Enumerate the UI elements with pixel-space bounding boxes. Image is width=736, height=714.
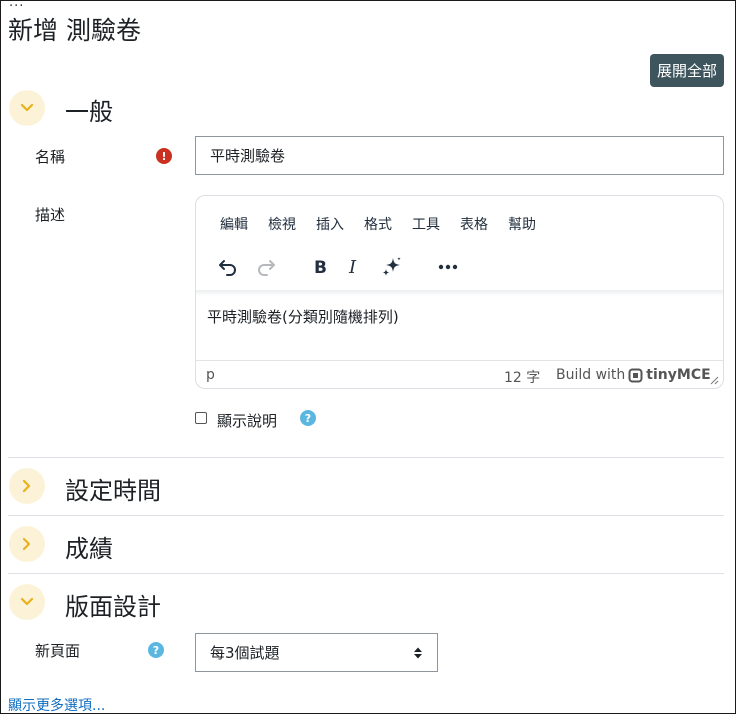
description-editor: 編輯 檢視 插入 格式 工具 表格 幫助 B I 平時測驗卷(分類別隨機排列) …	[195, 195, 724, 389]
editor-statusbar: p 12 字 Build with tinyMCE	[196, 360, 723, 388]
menu-view[interactable]: 檢視	[268, 214, 296, 234]
more-toolbar-button[interactable]	[432, 252, 464, 282]
section-divider	[8, 573, 724, 574]
menu-edit[interactable]: 編輯	[220, 214, 248, 234]
svg-text:B: B	[314, 258, 327, 276]
new-page-label: 新頁面	[35, 642, 81, 660]
menu-help[interactable]: 幫助	[508, 214, 536, 234]
redo-icon	[258, 260, 275, 276]
description-label: 描述	[35, 206, 66, 224]
section-layout-toggle[interactable]	[9, 584, 45, 620]
menu-format[interactable]: 格式	[364, 214, 392, 234]
build-with-text: Build with	[556, 367, 626, 383]
top-dots: ...	[9, 0, 25, 10]
show-description-checkbox[interactable]	[195, 412, 207, 424]
undo-icon	[219, 260, 236, 276]
section-grade-toggle[interactable]	[9, 526, 45, 562]
editor-menubar: 編輯 檢視 插入 格式 工具 表格 幫助	[220, 214, 556, 234]
section-timing-toggle[interactable]	[9, 468, 45, 504]
word-count[interactable]: 12 字	[504, 367, 540, 387]
chevron-right-icon	[22, 537, 31, 551]
menu-table[interactable]: 表格	[460, 214, 488, 234]
bold-icon: B	[314, 258, 327, 276]
show-more-options-link[interactable]: 顯示更多選項...	[8, 695, 105, 713]
redo-button[interactable]	[250, 252, 282, 282]
section-grade-title[interactable]: 成績	[65, 529, 113, 564]
editor-content[interactable]: 平時測驗卷(分類別隨機排列)	[207, 306, 399, 327]
section-layout-title[interactable]: 版面設計	[65, 587, 161, 622]
more-horizontal-icon	[438, 264, 458, 270]
italic-button[interactable]: I	[338, 252, 370, 282]
new-page-select[interactable]: 每3個試題	[195, 633, 438, 672]
chevron-right-icon	[22, 479, 31, 493]
chevron-down-icon	[20, 103, 34, 112]
expand-all-button[interactable]: 展開全部	[650, 54, 724, 87]
help-icon[interactable]: ?	[300, 410, 316, 426]
help-icon[interactable]: ?	[148, 642, 164, 658]
show-description-label[interactable]: 顯示說明	[217, 410, 277, 431]
italic-icon: I	[348, 258, 357, 276]
tinymce-logo-icon	[628, 368, 643, 382]
new-page-selected-value: 每3個試題	[210, 644, 280, 662]
ai-assistant-button[interactable]	[376, 252, 408, 282]
svg-text:I: I	[348, 258, 357, 276]
section-timing-title[interactable]: 設定時間	[65, 471, 161, 506]
section-general-title[interactable]: 一般	[65, 92, 113, 127]
page-title: 新增 測驗卷	[8, 16, 141, 45]
section-divider	[8, 515, 724, 516]
undo-button[interactable]	[212, 252, 244, 282]
chevron-down-icon	[20, 597, 34, 606]
section-general-toggle[interactable]	[9, 90, 45, 126]
select-arrows-icon	[414, 647, 422, 658]
name-label: 名稱	[35, 148, 66, 166]
section-divider	[8, 457, 724, 458]
element-path[interactable]: p	[206, 367, 215, 383]
resize-handle-icon[interactable]	[709, 375, 719, 385]
required-icon: !	[156, 148, 172, 164]
tinymce-branding[interactable]: Build with tinyMCE	[556, 367, 711, 383]
bold-button[interactable]: B	[304, 252, 336, 282]
menu-tools[interactable]: 工具	[412, 214, 440, 234]
toolbar-shadow	[196, 290, 723, 296]
sparkle-icon	[382, 257, 401, 276]
form-frame: ... 新增 測驗卷 展開全部 一般 名稱 ! 描述 編輯 檢視 插入 格式 工…	[0, 0, 736, 714]
name-input[interactable]	[195, 136, 724, 175]
menu-insert[interactable]: 插入	[316, 214, 344, 234]
brand-name: tinyMCE	[646, 367, 711, 383]
